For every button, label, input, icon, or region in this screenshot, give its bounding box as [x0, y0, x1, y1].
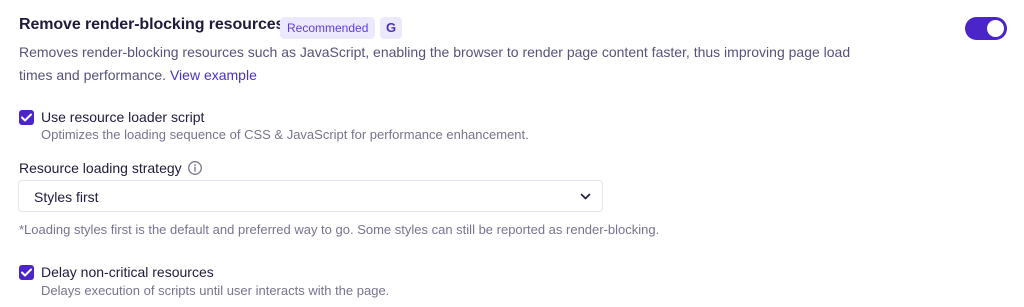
toggle-knob: [987, 20, 1004, 37]
recommended-badge: Recommended: [280, 17, 376, 39]
delay-non-critical-checkbox[interactable]: [19, 265, 34, 280]
setting-description: Removes render-blocking resources such a…: [19, 41, 859, 87]
selected-strategy: Styles first: [34, 189, 99, 205]
delay-non-critical-help: Delays execution of scripts until user i…: [41, 283, 390, 298]
use-resource-loader-checkbox[interactable]: [19, 110, 34, 125]
chevron-down-icon: [580, 193, 591, 200]
checkmark-icon: [21, 268, 32, 277]
g-badge: G: [380, 17, 402, 39]
view-example-link[interactable]: View example: [170, 67, 257, 83]
strategy-note: *Loading styles first is the default and…: [19, 222, 660, 237]
description-text: Removes render-blocking resources such a…: [19, 44, 851, 83]
use-resource-loader-help: Optimizes the loading sequence of CSS & …: [41, 127, 529, 142]
delay-non-critical-label[interactable]: Delay non-critical resources: [41, 264, 214, 280]
resource-loading-strategy-label: Resource loading strategy: [19, 160, 182, 176]
setting-title: Remove render-blocking resources: [19, 16, 285, 33]
use-resource-loader-label[interactable]: Use resource loader script: [41, 109, 204, 125]
checkmark-icon: [21, 113, 32, 122]
setting-toggle[interactable]: [965, 17, 1007, 40]
resource-loading-strategy-select[interactable]: Styles first: [18, 180, 603, 212]
info-icon[interactable]: [187, 160, 203, 176]
